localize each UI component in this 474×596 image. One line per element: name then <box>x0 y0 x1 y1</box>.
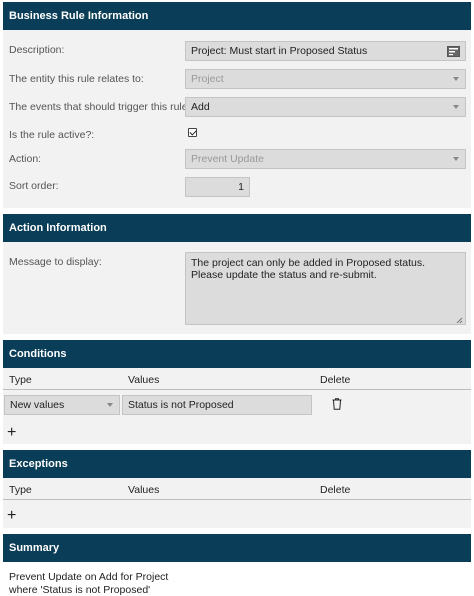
message-value: The project can only be added in Propose… <box>191 257 426 281</box>
active-label: Is the rule active?: <box>9 129 95 141</box>
caret-down-icon <box>453 157 459 161</box>
conditions-header: Conditions <box>3 340 471 368</box>
action-info-title: Action Information <box>9 222 107 234</box>
condition-value-text: Status is not Proposed <box>128 399 234 411</box>
exceptions-panel <box>3 478 471 528</box>
trash-icon[interactable] <box>332 398 342 410</box>
condition-type-select[interactable]: New values <box>4 395 120 415</box>
business-rule-header: Business Rule Information <box>3 2 471 30</box>
business-rule-title: Business Rule Information <box>9 10 149 22</box>
text-expand-icon[interactable] <box>447 46 460 57</box>
exceptions-col-values: Values <box>128 484 160 496</box>
action-info-header: Action Information <box>3 214 471 242</box>
message-textarea[interactable]: The project can only be added in Propose… <box>185 252 466 325</box>
add-condition-button[interactable]: + <box>7 425 16 441</box>
active-checkbox[interactable] <box>188 128 197 137</box>
exceptions-divider <box>3 499 471 500</box>
exceptions-col-type: Type <box>9 484 32 496</box>
summary-header: Summary <box>3 534 471 562</box>
entity-select[interactable]: Project <box>185 69 466 89</box>
conditions-title: Conditions <box>9 348 67 360</box>
summary-title: Summary <box>9 542 60 554</box>
action-label: Action: <box>9 153 42 165</box>
resize-handle-icon[interactable] <box>456 315 463 324</box>
action-select-value: Prevent Update <box>191 153 264 165</box>
exceptions-header: Exceptions <box>3 450 471 478</box>
events-select-value: Add <box>191 101 210 113</box>
conditions-col-delete: Delete <box>320 374 351 386</box>
sort-order-value: 1 <box>238 181 244 193</box>
sort-order-input[interactable]: 1 <box>185 177 250 197</box>
summary-line-1: Prevent Update on Add for Project <box>9 571 169 583</box>
summary-line-2: where 'Status is not Proposed' <box>9 584 151 596</box>
condition-value-field[interactable]: Status is not Proposed <box>122 395 312 415</box>
conditions-col-type: Type <box>9 374 32 386</box>
caret-down-icon <box>453 77 459 81</box>
condition-type-value: New values <box>10 399 65 411</box>
message-label: Message to display: <box>9 256 102 268</box>
description-field[interactable]: Project: Must start in Proposed Status <box>185 41 466 61</box>
exceptions-title: Exceptions <box>9 458 68 470</box>
add-exception-button[interactable]: + <box>7 508 16 524</box>
caret-down-icon <box>453 105 459 109</box>
conditions-divider <box>3 389 471 390</box>
events-select[interactable]: Add <box>185 97 466 117</box>
entity-select-value: Project <box>191 73 224 85</box>
events-label: The events that should trigger this rule… <box>9 101 191 113</box>
entity-label: The entity this rule relates to: <box>9 73 144 85</box>
action-select[interactable]: Prevent Update <box>185 149 466 169</box>
description-value: Project: Must start in Proposed Status <box>191 45 368 57</box>
description-label: Description: <box>9 44 65 56</box>
exceptions-col-delete: Delete <box>320 484 351 496</box>
caret-down-icon <box>107 403 113 407</box>
conditions-col-values: Values <box>128 374 160 386</box>
sort-order-label: Sort order: <box>9 180 59 192</box>
